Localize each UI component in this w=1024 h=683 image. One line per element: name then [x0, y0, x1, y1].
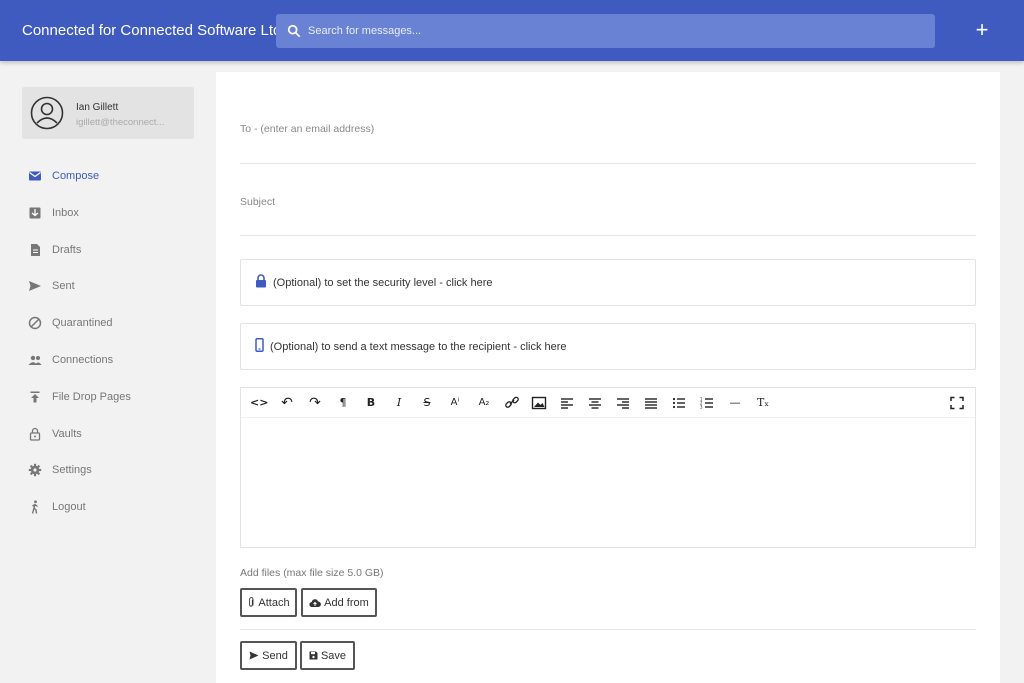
search-bar[interactable] [276, 14, 935, 48]
numbered-list-icon[interactable]: 123 [698, 395, 716, 411]
sidebar-item-label: Connections [52, 353, 114, 366]
sidebar-item-label: Settings [52, 464, 92, 477]
send-icon [29, 281, 41, 292]
envelope-icon [29, 171, 41, 181]
sidebar-item-drafts[interactable]: Drafts [22, 232, 194, 269]
security-level-option[interactable]: (Optional) to set the security level - c… [240, 259, 976, 306]
sidebar-item-quarantined[interactable]: Quarantined [22, 305, 194, 342]
floppy-disk-icon [309, 651, 318, 660]
sidebar-item-label: Compose [52, 170, 100, 182]
sidebar-item-settings[interactable]: Settings [22, 452, 194, 489]
clear-formatting-button[interactable]: Tₓ [754, 395, 772, 411]
align-right-icon[interactable] [614, 395, 632, 411]
add-from-label: Add from [324, 596, 369, 609]
sidebar-item-label: Vaults [52, 427, 82, 440]
editor-toolbar: <> ↶ ↷ ¶ B I S Aⁱ A₂ 1 2 3 — Tₓ [241, 388, 975, 418]
upload-icon [30, 391, 40, 403]
user-email: igillett@theconnect... [76, 117, 165, 128]
paperclip-icon [249, 597, 254, 607]
add-button[interactable]: + [970, 18, 994, 42]
undo-button[interactable]: ↶ [278, 395, 296, 411]
text-message-option[interactable]: (Optional) to send a text message to the… [240, 323, 976, 370]
search-input[interactable] [308, 14, 908, 48]
save-button[interactable]: Save [300, 641, 355, 670]
user-card[interactable]: Ian Gillett igillett@theconnect... [22, 87, 194, 139]
fullscreen-icon[interactable] [948, 395, 966, 411]
app-title: Connected for Connected Software Ltd [22, 22, 282, 39]
attach-label: Attach [258, 596, 290, 609]
link-icon[interactable] [503, 395, 521, 411]
text-message-text: (Optional) to send a text message to the… [270, 341, 567, 353]
sidebar-item-label: File Drop Pages [52, 390, 131, 403]
document-icon [31, 243, 40, 256]
horizontal-rule-button[interactable]: — [726, 395, 744, 411]
sidebar-item-label: Logout [52, 501, 86, 514]
send-icon [249, 651, 259, 660]
sidebar-item-sent[interactable]: Sent [22, 268, 194, 305]
sidebar-nav: Compose Inbox Drafts Sent Quarantined Co… [22, 158, 194, 526]
subject-field[interactable] [240, 196, 976, 208]
sidebar-item-label: Drafts [52, 243, 82, 256]
lock-icon [256, 274, 266, 288]
sidebar-item-connections[interactable]: Connections [22, 342, 194, 379]
search-icon [287, 24, 301, 38]
phone-icon [255, 338, 264, 352]
inbox-icon [29, 207, 41, 219]
gear-icon [28, 464, 42, 477]
lock-icon [29, 427, 41, 441]
rich-text-editor: <> ↶ ↷ ¶ B I S Aⁱ A₂ 1 2 3 — Tₓ [240, 387, 976, 548]
justify-icon[interactable] [642, 395, 660, 411]
compose-card: (Optional) to set the security level - c… [216, 72, 1000, 683]
top-app-bar: Connected for Connected Software Ltd + [0, 0, 1024, 61]
sidebar-item-inbox[interactable]: Inbox [22, 195, 194, 232]
attach-button[interactable]: Attach [240, 588, 297, 617]
walking-person-icon [31, 500, 38, 514]
subject-field-row [240, 188, 976, 236]
block-icon [28, 316, 42, 330]
save-label: Save [320, 649, 347, 662]
divider [240, 629, 976, 630]
people-icon [28, 355, 42, 365]
italic-button[interactable]: I [390, 395, 408, 411]
send-button[interactable]: Send [240, 641, 297, 670]
bulleted-list-icon[interactable] [670, 395, 688, 411]
bold-button[interactable]: B [362, 395, 380, 411]
sidebar-item-label: Inbox [52, 206, 79, 219]
image-icon[interactable] [530, 395, 548, 411]
superscript-button[interactable]: Aⁱ [446, 395, 464, 411]
align-center-icon[interactable] [586, 395, 604, 411]
code-view-button[interactable]: <> [250, 395, 268, 411]
paragraph-format-button[interactable]: ¶ [334, 395, 352, 411]
sidebar-item-vaults[interactable]: Vaults [22, 416, 194, 453]
cloud-upload-icon [309, 598, 322, 607]
to-field[interactable] [240, 123, 976, 135]
strikethrough-button[interactable]: S [418, 395, 436, 411]
align-left-icon[interactable] [558, 395, 576, 411]
sidebar-item-compose[interactable]: Compose [22, 158, 194, 195]
user-name: Ian Gillett [76, 102, 119, 113]
sidebar-item-logout[interactable]: Logout [22, 489, 194, 526]
sidebar-item-label: Quarantined [52, 317, 113, 330]
avatar-icon [30, 96, 64, 130]
add-files-label: Add files (max file size 5.0 GB) [240, 567, 384, 579]
add-from-button[interactable]: Add from [301, 588, 377, 617]
sidebar-item-file-drop-pages[interactable]: File Drop Pages [22, 379, 194, 416]
security-level-text: (Optional) to set the security level - c… [273, 277, 493, 289]
redo-button[interactable]: ↷ [306, 395, 324, 411]
send-label: Send [262, 649, 288, 662]
svg-text:3: 3 [700, 405, 703, 410]
sidebar-item-label: Sent [52, 280, 75, 293]
subscript-button[interactable]: A₂ [475, 395, 493, 411]
to-field-row [240, 115, 976, 164]
message-body[interactable] [241, 418, 975, 547]
